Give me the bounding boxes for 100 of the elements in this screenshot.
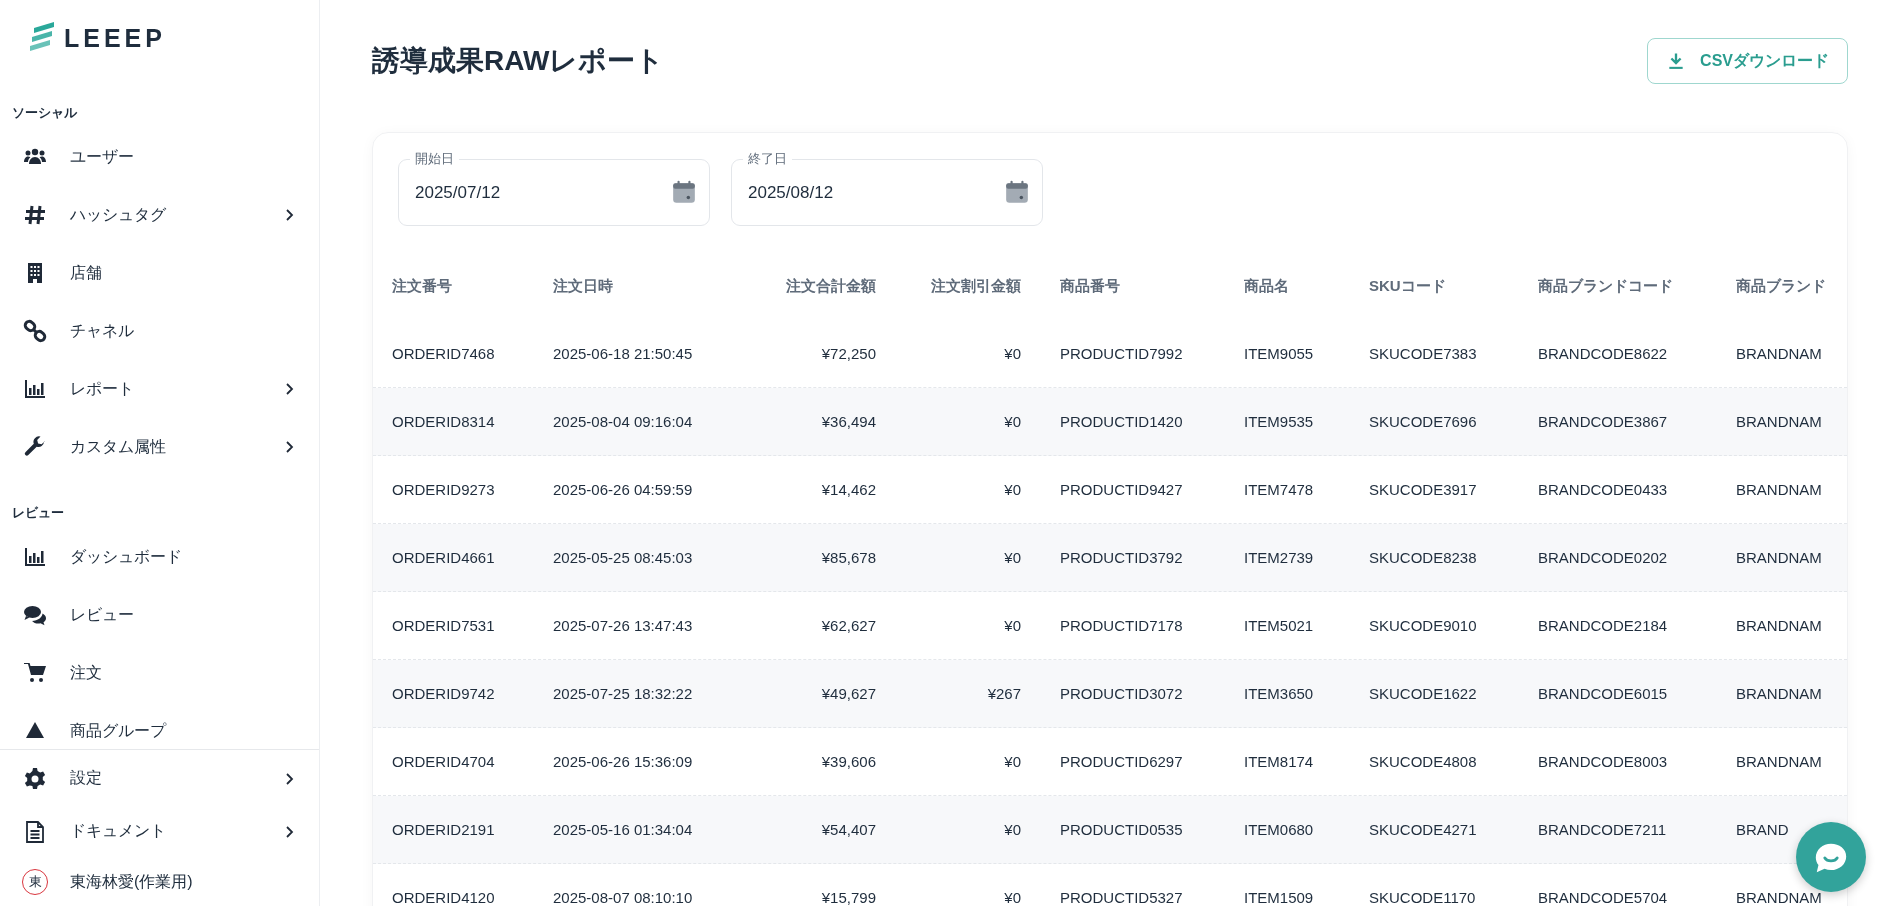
- settings-icon: [23, 766, 47, 791]
- nav-item[interactable]: 注文: [0, 644, 319, 702]
- logo-icon: [30, 20, 54, 51]
- chevron-right-icon: [284, 441, 295, 453]
- table-cell-text: BRANDNAM: [1735, 481, 1823, 498]
- table-cell-text: PRODUCTID5327: [1059, 889, 1184, 906]
- table-cell-text: ¥0: [1003, 549, 1022, 566]
- table-cell-text: BRANDCODE0433: [1537, 481, 1669, 498]
- nav-item[interactable]: 店舗: [0, 244, 319, 302]
- nav-item[interactable]: ハッシュタグ: [0, 186, 319, 244]
- table-cell-text: PRODUCTID1420: [1059, 413, 1184, 430]
- hashtag-icon: [23, 203, 47, 227]
- table-cell-text: SKUCODE7696: [1368, 413, 1478, 430]
- cart-icon: [23, 661, 47, 685]
- table-cell-text: ¥0: [1003, 753, 1022, 770]
- calendar-icon: [671, 179, 697, 205]
- table-cell-text: BRANDNAM: [1735, 617, 1823, 634]
- table-cell-text: ORDERID7468: [391, 345, 496, 362]
- table-cell-text: ITEM0680: [1243, 821, 1315, 838]
- wrench-icon: [23, 435, 47, 459]
- table-cell-text: SKUCODE4271: [1368, 821, 1478, 838]
- table-cell-text: ORDERID7531: [391, 617, 496, 634]
- nav-item[interactable]: チャネル: [0, 302, 319, 360]
- table-cell-text: ¥36,494: [820, 413, 877, 430]
- chat-button[interactable]: [1796, 822, 1866, 892]
- table-cell-text: SKUCODE7383: [1368, 345, 1478, 362]
- column-header: 注文合計金額: [785, 276, 877, 296]
- table-cell-text: SKUCODE8238: [1368, 549, 1478, 566]
- table-cell-text: 2025-08-07 08:10:10: [552, 889, 694, 906]
- table-cell-text: ORDERID4661: [391, 549, 496, 566]
- table-cell-text: ITEM7478: [1243, 481, 1315, 498]
- table-cell-text: BRANDCODE5704: [1537, 889, 1669, 906]
- table-cell-text: ¥0: [1003, 345, 1022, 362]
- table-cell-text: 2025-07-26 13:47:43: [552, 617, 694, 634]
- table-cell-text: 2025-06-26 04:59:59: [552, 481, 694, 498]
- table-cell-text: SKUCODE3917: [1368, 481, 1478, 498]
- table-cell-text: ORDERID9742: [391, 685, 496, 702]
- table-cell-text: BRANDCODE6015: [1537, 685, 1669, 702]
- table-cell-text: ITEM9535: [1243, 413, 1315, 430]
- nav-item[interactable]: レビュー: [0, 586, 319, 644]
- nav-item[interactable]: 設定: [0, 752, 319, 805]
- table-cell-text: BRANDNAM: [1735, 753, 1823, 770]
- table-cell-text: PRODUCTID3072: [1059, 685, 1184, 702]
- table-cell-text: ¥0: [1003, 889, 1022, 906]
- table-cell-text: PRODUCTID9427: [1059, 481, 1184, 498]
- table-cell-text: ¥85,678: [820, 549, 877, 566]
- table-cell-text: PRODUCTID7178: [1059, 617, 1184, 634]
- table-cell-text: PRODUCTID6297: [1059, 753, 1184, 770]
- bar-chart-icon: [23, 545, 47, 569]
- document-icon: [23, 819, 47, 844]
- column-header: 商品ブランドコード: [1537, 276, 1674, 296]
- table-cell-text: 2025-06-18 21:50:45: [552, 345, 694, 362]
- nav-item[interactable]: 商品グループ: [0, 702, 319, 749]
- nav-item[interactable]: ドキュメント: [0, 805, 319, 858]
- table-cell-text: ¥14,462: [820, 481, 877, 498]
- chevron-right-icon: [284, 825, 295, 838]
- table-cell-text: ORDERID4120: [391, 889, 496, 906]
- table-cell-text: 2025-08-04 09:16:04: [552, 413, 694, 430]
- user-menu[interactable]: 東 東海林愛(作業用): [0, 858, 319, 906]
- bar-chart-icon: [23, 377, 47, 401]
- nav-item[interactable]: カスタム属性: [0, 418, 319, 476]
- table-cell-text: SKUCODE4808: [1368, 753, 1478, 770]
- column-header: 注文割引金額: [930, 276, 1022, 296]
- table-cell-text: BRANDNAM: [1735, 685, 1823, 702]
- table-cell-text: ORDERID2191: [391, 821, 496, 838]
- nav-item[interactable]: レポート: [0, 360, 319, 418]
- section-heading: レビュー: [11, 504, 65, 522]
- column-header: 商品番号: [1059, 276, 1121, 296]
- column-header: 商品名: [1243, 276, 1290, 296]
- table-cell-text: SKUCODE1170: [1368, 889, 1477, 906]
- table-cell-text: ¥15,799: [820, 889, 877, 906]
- table-cell-text: ITEM3650: [1243, 685, 1315, 702]
- table-cell-text: BRANDCODE8622: [1537, 345, 1669, 362]
- section-heading: ソーシャル: [11, 104, 78, 122]
- nav-item[interactable]: ユーザー: [0, 128, 319, 186]
- field-label: 終了日: [743, 150, 792, 168]
- table-cell-text: SKUCODE1622: [1368, 685, 1478, 702]
- link-icon: [23, 319, 47, 343]
- nav-item[interactable]: ダッシュボード: [0, 528, 319, 586]
- table-cell-text: ¥0: [1003, 481, 1022, 498]
- calendar-icon: [1004, 179, 1030, 205]
- logo-text: LEEEP: [64, 23, 166, 54]
- table-cell-text: ¥0: [1003, 821, 1022, 838]
- table-cell-text: 2025-07-25 18:32:22: [552, 685, 694, 702]
- table-cell-text: ORDERID8314: [391, 413, 496, 430]
- table-cell-text: ¥54,407: [820, 821, 877, 838]
- chat-bubbles-icon: [23, 603, 47, 627]
- table-cell-text: BRANDNAM: [1735, 889, 1823, 906]
- table-cell-text: BRANDCODE8003: [1537, 753, 1669, 770]
- table-cell-text: ¥39,606: [820, 753, 877, 770]
- table-cell-text: ITEM1509: [1243, 889, 1315, 906]
- table-cell-text: SKUCODE9010: [1368, 617, 1478, 634]
- table-cell-text: 2025-05-25 08:45:03: [552, 549, 694, 566]
- column-header: 注文日時: [552, 276, 614, 296]
- table-cell-text: ITEM8174: [1243, 753, 1315, 770]
- table-cell-text: ¥0: [1003, 617, 1022, 634]
- table-cell-text: 2025-06-26 15:36:09: [552, 753, 694, 770]
- table-cell-text: PRODUCTID3792: [1059, 549, 1184, 566]
- column-header: 商品ブランド: [1735, 276, 1827, 296]
- table-cell-text: ¥267: [986, 685, 1022, 702]
